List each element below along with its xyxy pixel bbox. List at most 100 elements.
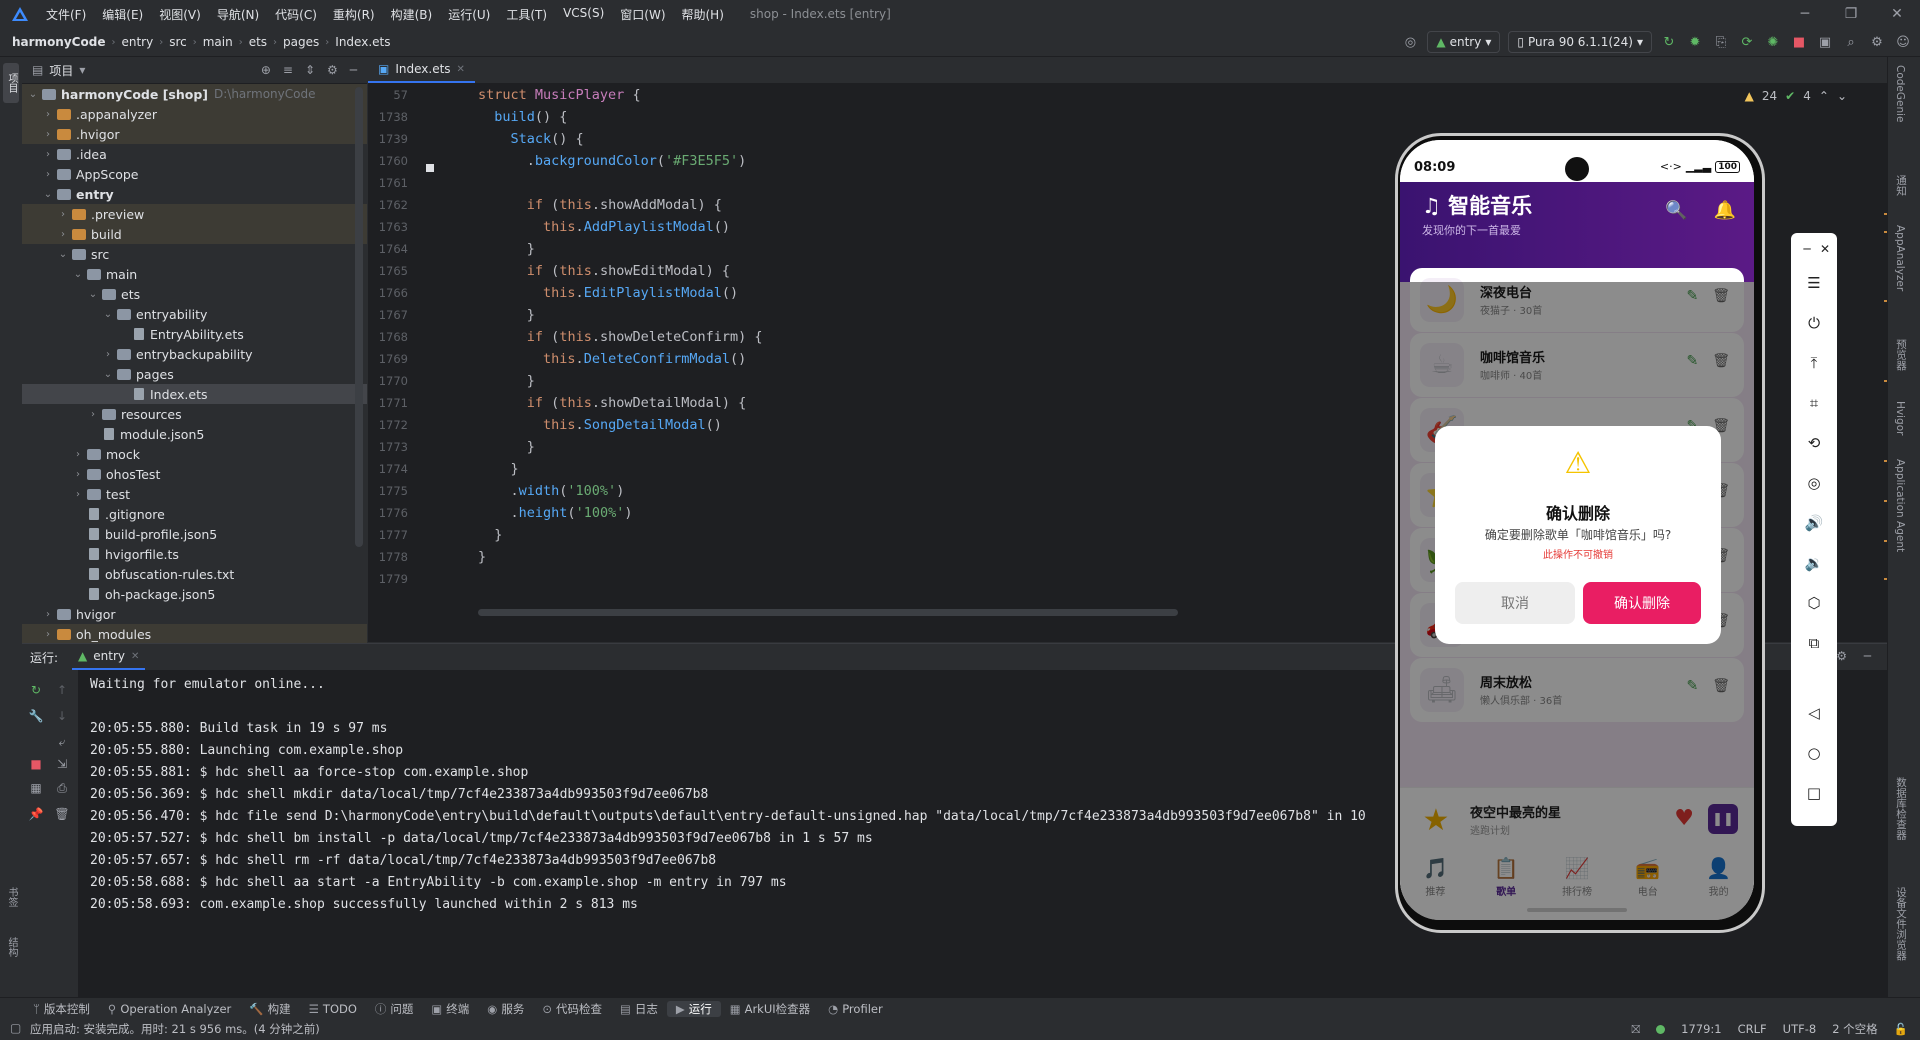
notifications-tool-button[interactable]: 通知	[1894, 175, 1909, 196]
confirm-delete-button[interactable]: 确认删除	[1583, 582, 1701, 624]
collapse-all-icon[interactable]: ≡	[283, 63, 293, 77]
trash-icon[interactable]: 🗑	[54, 806, 70, 822]
menu-item[interactable]: 运行(U)	[440, 6, 498, 23]
tree-item[interactable]: build-profile.json5	[22, 524, 367, 544]
tree-item[interactable]: › oh_modules	[22, 624, 367, 644]
profile-icon[interactable]: ✺	[1764, 33, 1782, 51]
fold-icon[interactable]: ⬡	[1804, 593, 1824, 613]
power-icon[interactable]: ⏻	[1804, 313, 1824, 333]
device-select[interactable]: ▯ Pura 90 6.1.1(24) ▾	[1508, 31, 1652, 53]
close-tab-icon[interactable]: ✕	[457, 64, 465, 75]
status-message[interactable]: 应用启动: 安装完成。用时: 21 s 956 ms。(4 分钟之前)	[30, 1021, 320, 1037]
code-line[interactable]: this.DeleteConfirmModal()	[478, 348, 1378, 370]
debug-icon[interactable]: ✹	[1686, 33, 1704, 51]
tool-window-button[interactable]: ◉ 服务	[478, 1001, 533, 1017]
tree-item[interactable]: .gitignore	[22, 504, 367, 524]
chevron-right-icon[interactable]: ›	[86, 409, 100, 420]
tool-window-button[interactable]: ▤ 日志	[611, 1001, 667, 1017]
code-line[interactable]: .backgroundColor('#F3E5F5')	[478, 150, 1378, 172]
tree-item[interactable]: ⌄ entry	[22, 184, 367, 204]
crop-icon[interactable]: ⌗	[1804, 393, 1824, 413]
wrench-icon[interactable]: 🔧	[28, 708, 44, 724]
tree-item[interactable]: › build	[22, 224, 367, 244]
chevron-right-icon[interactable]: ›	[41, 609, 55, 620]
code-line[interactable]: .width('100%')	[478, 480, 1378, 502]
chevron-right-icon[interactable]: ›	[41, 149, 55, 160]
close-tab-icon[interactable]: ✕	[131, 651, 139, 662]
tool-window-button[interactable]: ☰ TODO	[300, 1002, 366, 1016]
stop-icon[interactable]: ■	[1790, 33, 1808, 51]
tool-window-button[interactable]: ▣ 终端	[422, 1001, 478, 1017]
apply-changes-icon[interactable]: ⟳	[1738, 33, 1756, 51]
recents-icon[interactable]: □	[1804, 783, 1824, 803]
pin-top-icon[interactable]: ⤒	[1804, 353, 1824, 373]
breadcrumb-item[interactable]: entry	[121, 35, 153, 49]
caret-position[interactable]: 1779:1	[1681, 1022, 1721, 1036]
menu-item[interactable]: 帮助(H)	[674, 6, 732, 23]
layout-icon[interactable]: ▦	[28, 780, 44, 796]
chevron-down-icon[interactable]: ⌄	[86, 289, 100, 300]
tree-item[interactable]: oh-package.json5	[22, 584, 367, 604]
status-toggle-icon[interactable]: ▢	[10, 1021, 21, 1035]
chevron-right-icon[interactable]: ›	[71, 489, 85, 500]
search-icon[interactable]: 🔍	[1665, 200, 1687, 221]
breadcrumb-item[interactable]: harmonyCode	[12, 35, 105, 49]
chevron-right-icon[interactable]: ›	[71, 469, 85, 480]
menu-item[interactable]: 代码(C)	[267, 6, 325, 23]
code-line[interactable]: Stack() {	[478, 128, 1378, 150]
chevron-right-icon[interactable]: ›	[56, 209, 70, 220]
project-tool-button[interactable]: 项目	[3, 63, 19, 103]
tree-item[interactable]: ⌄ main	[22, 264, 367, 284]
cancel-button[interactable]: 取消	[1455, 582, 1575, 624]
tree-item[interactable]: module.json5	[22, 424, 367, 444]
chevron-down-icon[interactable]: ⌄	[101, 309, 115, 320]
tool-window-button[interactable]: ⊙ 代码检查	[533, 1001, 611, 1017]
stop-icon[interactable]: ■	[28, 756, 44, 772]
back-icon[interactable]: ◁	[1804, 703, 1824, 723]
close-icon[interactable]: ✕	[1874, 0, 1920, 28]
settings-icon[interactable]: ⚙	[1868, 33, 1886, 51]
tree-item[interactable]: › test	[22, 484, 367, 504]
arrow-down-icon[interactable]: ↓	[54, 708, 70, 724]
code-line[interactable]: if (this.showEditModal) {	[478, 260, 1378, 282]
code-line[interactable]: this.AddPlaylistModal()	[478, 216, 1378, 238]
application-agent-tool-button[interactable]: Application Agent	[1894, 459, 1906, 552]
rerun-icon[interactable]: ↻	[28, 682, 44, 698]
chevron-right-icon[interactable]: ›	[41, 129, 55, 140]
code-line[interactable]: }	[478, 304, 1378, 326]
breadcrumb-item[interactable]: main	[203, 35, 233, 49]
chevron-right-icon[interactable]: ›	[56, 229, 70, 240]
inspection-widget[interactable]: ▲ 24 ✔ 4 ⌃ ⌄	[1745, 89, 1847, 103]
code-line[interactable]: this.EditPlaylistModal()	[478, 282, 1378, 304]
print-icon[interactable]: ⎙	[54, 780, 70, 796]
console-output[interactable]: Waiting for emulator online... 20:05:55.8…	[90, 674, 1390, 916]
tool-window-button[interactable]: 🔨 构建	[240, 1001, 299, 1017]
code-line[interactable]: }	[478, 524, 1378, 546]
minimize-icon[interactable]: ─	[1797, 239, 1817, 259]
chevron-down-icon[interactable]: ▾	[79, 63, 85, 77]
tree-item[interactable]: › resources	[22, 404, 367, 424]
tool-window-button[interactable]: ᛘ 版本控制	[24, 1001, 99, 1017]
screenshot-icon[interactable]: ◎	[1804, 473, 1824, 493]
hvigor-tool-button[interactable]: Hvigor	[1894, 401, 1906, 435]
codegenie-tool-button[interactable]: CodeGenie	[1894, 65, 1906, 123]
tree-item[interactable]: › .appanalyzer	[22, 104, 367, 124]
locate-icon[interactable]: ⊕	[261, 63, 271, 77]
tree-item[interactable]: › hvigor	[22, 604, 367, 624]
code-line[interactable]: this.SongDetailModal()	[478, 414, 1378, 436]
structure-tool-button[interactable]: 结构	[4, 937, 19, 957]
rotate-icon[interactable]: ⟲	[1804, 433, 1824, 453]
home-icon[interactable]: ○	[1804, 743, 1824, 763]
menu-item[interactable]: VCS(S)	[555, 6, 612, 23]
volume-down-icon[interactable]: 🔉	[1804, 553, 1824, 573]
chevron-right-icon[interactable]: ›	[41, 629, 55, 640]
status-indicator-icon[interactable]	[1656, 1024, 1666, 1034]
attach-debugger-icon[interactable]: ⎘	[1712, 33, 1730, 51]
code-line[interactable]: .height('100%')	[478, 502, 1378, 524]
chevron-down-icon[interactable]: ⌄	[56, 249, 70, 260]
code-line[interactable]	[478, 568, 1378, 590]
chevron-down-icon[interactable]: ⌄	[1837, 89, 1847, 103]
chevron-right-icon[interactable]: ›	[41, 169, 55, 180]
code-line[interactable]: }	[478, 238, 1378, 260]
tree-item[interactable]: ⌄ harmonyCode [shop] D:\harmonyCode	[22, 84, 367, 104]
